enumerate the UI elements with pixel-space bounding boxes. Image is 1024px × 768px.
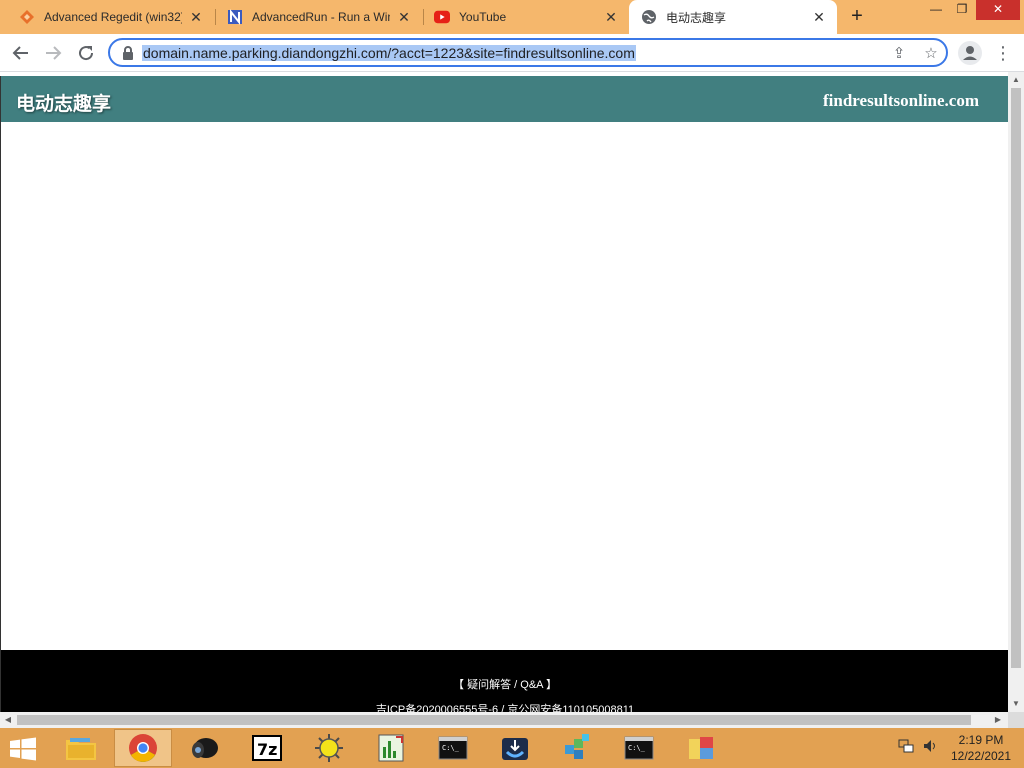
restore-icon[interactable]: ❐	[947, 0, 977, 20]
vertical-scroll-thumb[interactable]	[1011, 88, 1021, 668]
7zip-icon[interactable]: 7z	[238, 729, 296, 767]
page-viewport: 电动志趣享 findresultsonline.com 【 疑问解答 / Q&A…	[0, 76, 1008, 712]
window-close-icon[interactable]: ✕	[976, 0, 1020, 20]
clock-date: 12/22/2021	[950, 749, 1012, 763]
file-explorer-icon[interactable]	[52, 729, 110, 767]
system-clock[interactable]: 2:19 PM 12/22/2021	[950, 732, 1012, 764]
kebab-menu-icon[interactable]: ⋮	[994, 42, 1012, 64]
scroll-left-icon[interactable]: ◀	[0, 712, 16, 728]
reload-icon[interactable]	[73, 41, 99, 65]
taskbar: 7z C:\_ C:\_ 2:19 PM 12/22/2021	[0, 728, 1024, 768]
close-icon[interactable]: ✕	[188, 9, 204, 25]
person-icon	[963, 46, 977, 60]
svg-text:C:\_: C:\_	[442, 744, 460, 752]
scrollbar-corner	[1008, 712, 1024, 728]
site-footer: 【 疑问解答 / Q&A 】 吉ICP备2020006555号-6 / 京公网安…	[1, 650, 1008, 712]
scroll-down-icon[interactable]: ▼	[1008, 696, 1024, 712]
network-icon[interactable]	[898, 738, 914, 757]
scroll-up-icon[interactable]: ▲	[1008, 72, 1024, 88]
control-panel-icon[interactable]	[672, 729, 730, 767]
site-header: 电动志趣享 findresultsonline.com	[1, 76, 1008, 122]
site-domain: findresultsonline.com	[823, 91, 980, 110]
volume-icon[interactable]	[922, 738, 938, 757]
tab-title: Advanced Regedit (win32)	[44, 10, 182, 24]
site-logo[interactable]: 电动志趣享	[16, 89, 111, 116]
browser-toolbar: domain.name.parking.diandongzhi.com/?acc…	[0, 34, 1024, 72]
vertical-scrollbar[interactable]: ▲ ▼	[1008, 72, 1024, 712]
chart-app-icon[interactable]	[362, 729, 420, 767]
tab-advancedrun[interactable]: AdvancedRun - Run a Wind ✕	[208, 0, 422, 34]
close-icon[interactable]: ✕	[811, 9, 827, 25]
address-bar[interactable]: domain.name.parking.diandongzhi.com/?acc…	[108, 38, 948, 67]
tab-advanced-regedit[interactable]: Advanced Regedit (win32) ✕	[0, 0, 214, 34]
nirsoft-icon	[227, 9, 243, 25]
tab-title: AdvancedRun - Run a Wind	[252, 10, 390, 24]
sun-app-icon[interactable]	[300, 729, 358, 767]
tab-title: 电动志趣享	[666, 10, 727, 25]
horizontal-scrollbar[interactable]: ◀ ▶	[0, 712, 1008, 728]
back-arrow-icon[interactable]	[8, 41, 34, 65]
cube-app-icon[interactable]	[548, 729, 606, 767]
svg-text:7z: 7z	[257, 740, 277, 759]
chrome-icon[interactable]	[114, 729, 172, 767]
profile-avatar[interactable]	[958, 41, 982, 65]
qa-link[interactable]: 【 疑问解答 / Q&A 】	[1, 676, 1008, 692]
tab-active[interactable]: 电动志趣享 ✕	[629, 0, 837, 34]
icp-license[interactable]: 吉ICP备2020006555号-6 / 京公网安备110105008811	[1, 701, 1008, 712]
youtube-icon	[434, 9, 450, 25]
forward-arrow-icon[interactable]	[40, 41, 66, 65]
close-icon[interactable]: ✕	[603, 9, 619, 25]
lock-icon[interactable]	[122, 45, 136, 61]
tab-title: YouTube	[459, 10, 507, 24]
bookmark-star-icon[interactable]: ☆	[922, 45, 940, 63]
tab-strip: Advanced Regedit (win32) ✕ AdvancedRun -…	[0, 0, 1024, 34]
globe-icon	[641, 9, 657, 25]
download-app-icon[interactable]	[486, 729, 544, 767]
new-tab-button[interactable]: +	[846, 6, 868, 28]
camera-app-icon[interactable]	[176, 729, 234, 767]
clock-time: 2:19 PM	[958, 733, 1004, 747]
windows-start-icon[interactable]	[8, 737, 38, 761]
diamond-icon	[19, 9, 35, 25]
share-icon[interactable]: ⇪	[890, 45, 908, 63]
cmd-icon[interactable]: C:\_	[610, 729, 668, 767]
url-text[interactable]: domain.name.parking.diandongzhi.com/?acc…	[142, 45, 636, 61]
cmd-icon[interactable]: C:\_	[424, 729, 482, 767]
tab-youtube[interactable]: YouTube ✕	[415, 0, 629, 34]
close-icon[interactable]: ✕	[396, 9, 412, 25]
scroll-right-icon[interactable]: ▶	[990, 712, 1006, 728]
svg-text:C:\_: C:\_	[628, 744, 646, 752]
horizontal-scroll-thumb[interactable]	[17, 715, 971, 725]
